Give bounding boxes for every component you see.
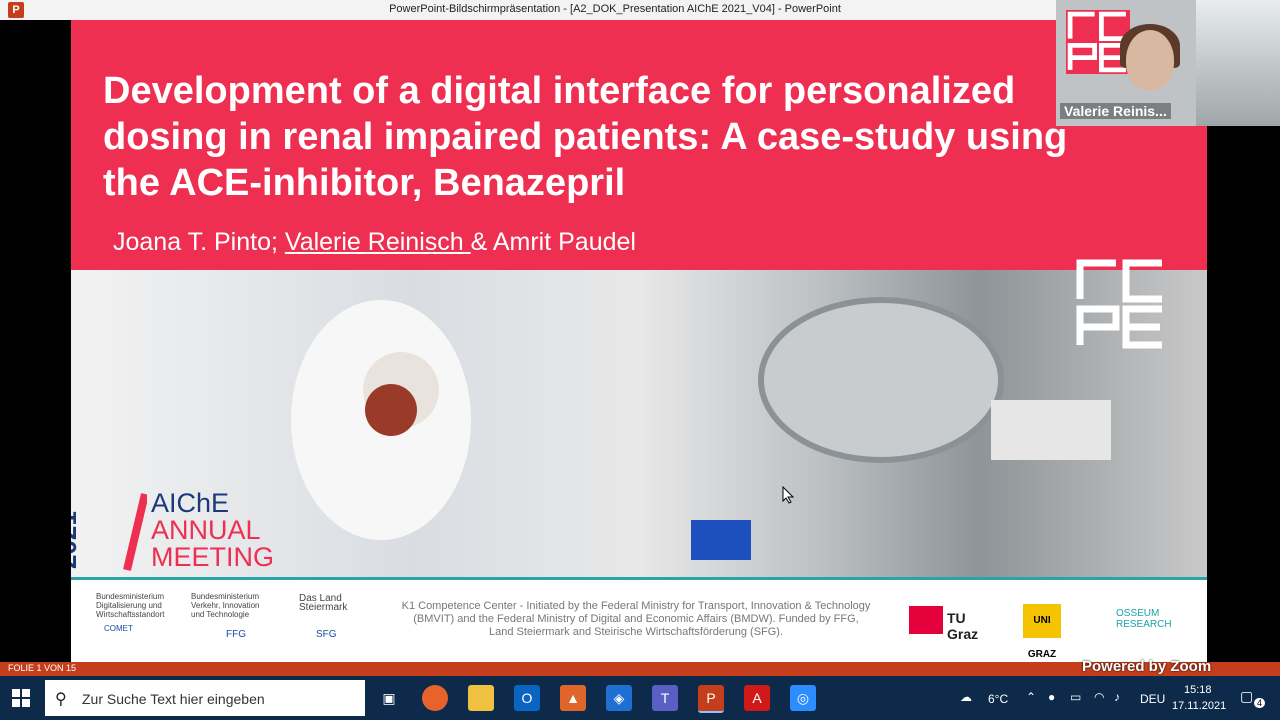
- author-reinisch: Valerie Reinisch: [284, 228, 471, 256]
- windows-taskbar: ⚲ Zur Suche Text hier eingeben ▣ O ▲ ◈ T…: [0, 676, 1280, 720]
- sfg-logo: SFG: [316, 629, 337, 640]
- aiche-line: ANNUAL: [151, 515, 261, 545]
- search-icon: ⚲: [55, 691, 67, 708]
- k1-competence-text: K1 Competence Center - Initiated by the …: [401, 600, 871, 638]
- weather-temperature[interactable]: 6°C: [988, 692, 1008, 706]
- acrobat-icon[interactable]: A: [744, 685, 770, 711]
- slide-footer: Bundesministerium Digitalisierung und Wi…: [71, 577, 1207, 662]
- participant-face: [1126, 30, 1174, 90]
- powerpoint-taskbar-icon[interactable]: P: [698, 685, 724, 713]
- slide-title-line: the ACE-inhibitor, Benazepril: [103, 162, 626, 204]
- slide-title-line: Development of a digital interface for p…: [103, 70, 1016, 112]
- notification-icon[interactable]: ▢: [1240, 688, 1253, 705]
- wifi-icon[interactable]: ◠: [1094, 690, 1104, 704]
- search-placeholder: Zur Suche Text hier eingeben: [82, 691, 265, 707]
- windows-start-icon[interactable]: [12, 689, 30, 707]
- presentation-slide[interactable]: Development of a digital interface for p…: [71, 20, 1207, 662]
- taskbar-time[interactable]: 15:18: [1184, 684, 1212, 696]
- osseum-logo: OSSEUM RESEARCH: [1116, 608, 1172, 630]
- mouse-cursor-icon: [782, 486, 794, 504]
- defender-icon[interactable]: ◈: [606, 685, 632, 711]
- matlab-icon[interactable]: ▲: [560, 685, 586, 711]
- slide-counter: FOLIE 1 VON 15: [8, 663, 77, 673]
- language-indicator[interactable]: DEU: [1140, 692, 1165, 706]
- notification-count: 4: [1254, 698, 1266, 708]
- volume-icon[interactable]: ♪: [1114, 690, 1120, 704]
- tu-graz-logo: TU Graz: [909, 604, 979, 642]
- zoom-video-thumbnail[interactable]: Valerie Reinis...: [1056, 0, 1280, 126]
- sponsor-bmvit: Bundesministerium Verkehr, Innovation un…: [191, 592, 260, 619]
- sponsor-bmdw: Bundesministerium Digitalisierung und Wi…: [96, 592, 165, 619]
- outlook-icon[interactable]: O: [514, 685, 540, 711]
- file-explorer-icon[interactable]: [468, 685, 494, 711]
- battery-icon[interactable]: ▭: [1070, 690, 1081, 704]
- comet-logo: COMET: [104, 624, 133, 633]
- firefox-icon[interactable]: [422, 685, 448, 711]
- author-paudel: & Amrit Paudel: [470, 228, 636, 256]
- microphone-icon[interactable]: ●: [1048, 690, 1055, 704]
- slide-title-line: dosing in renal impaired patients: A cas…: [103, 116, 1068, 158]
- zoom-icon[interactable]: ◎: [790, 685, 816, 711]
- weather-cloud-icon[interactable]: ☁: [960, 690, 972, 704]
- zoom-watermark: Powered by Zoom: [1082, 658, 1212, 675]
- task-view-icon[interactable]: ▣: [376, 685, 402, 711]
- ffg-logo: FFG: [226, 629, 246, 640]
- tu-graz-text: TU Graz: [947, 610, 979, 642]
- slideshow-statusbar: FOLIE 1 VON 15 Powered by Zoom: [0, 658, 1280, 676]
- uni-graz-logo: UNI GRAZ: [1023, 604, 1061, 660]
- aiche-line: MEETING: [151, 542, 275, 572]
- aiche-slash: [123, 493, 147, 571]
- window-title: PowerPoint-Bildschirmpräsentation - [A2_…: [389, 3, 841, 15]
- taskbar-search-box[interactable]: ⚲ Zur Suche Text hier eingeben: [45, 680, 365, 716]
- teams-icon[interactable]: T: [652, 685, 678, 711]
- sponsor-steiermark: Das Land Steiermark: [299, 593, 348, 613]
- author-pinto: Joana T. Pinto;: [113, 228, 285, 256]
- rcpe-logo: [1076, 259, 1162, 349]
- aiche-line: AIChE: [151, 488, 230, 518]
- taskbar-date[interactable]: 17.11.2021: [1172, 700, 1226, 712]
- slide-title: Development of a digital interface for p…: [103, 68, 1203, 206]
- chevron-up-icon[interactable]: ⌃: [1026, 690, 1036, 704]
- slide-authors: Joana T. Pinto; Valerie Reinisch & Amrit…: [113, 228, 636, 257]
- participant-name: Valerie Reinis...: [1060, 103, 1171, 119]
- aiche-text: AIChE ANNUAL MEETING: [151, 490, 274, 571]
- video-background-window: [1196, 0, 1280, 126]
